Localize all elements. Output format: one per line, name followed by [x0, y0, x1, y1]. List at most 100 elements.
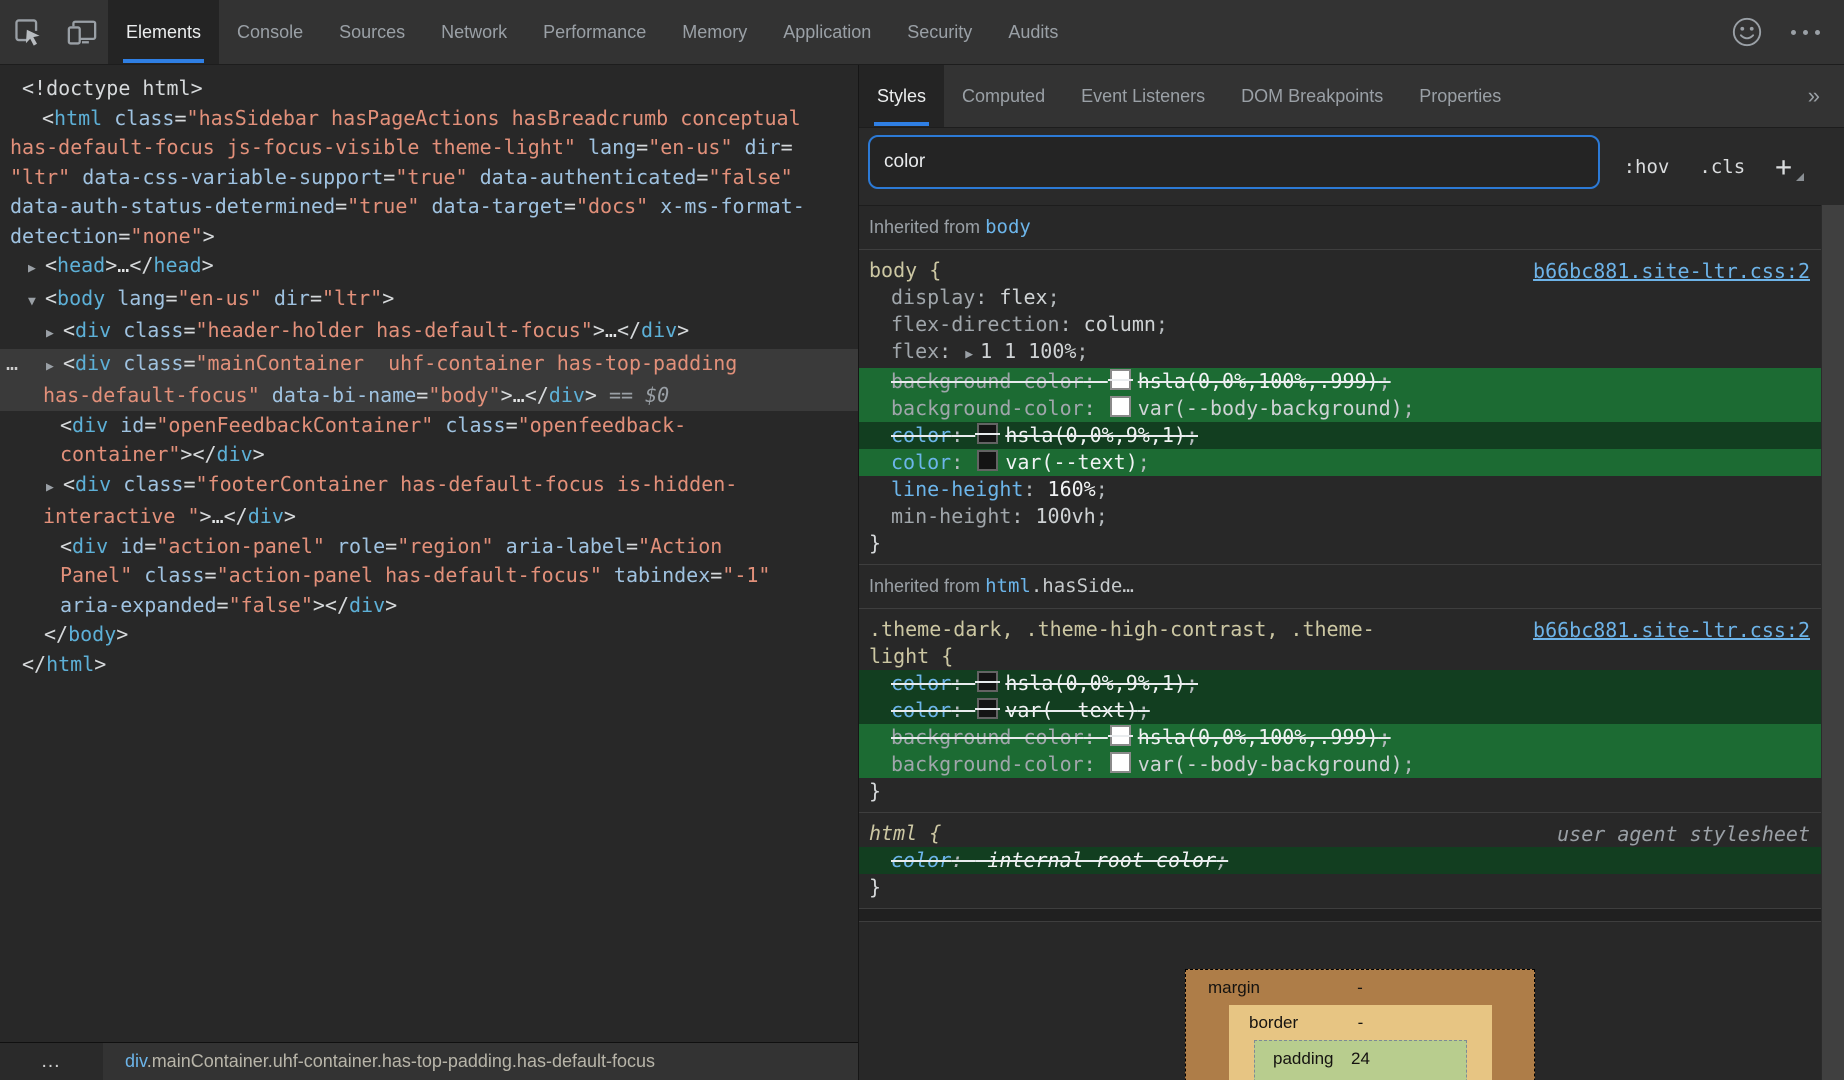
- expand-arrow-icon[interactable]: ▶: [46, 319, 63, 349]
- dom-tree-line[interactable]: container"></div>: [0, 440, 858, 470]
- expand-arrow-icon[interactable]: ▶: [46, 352, 63, 382]
- panel-tab-audits[interactable]: Audits: [990, 0, 1076, 64]
- dom-tree-line[interactable]: detection="none">: [0, 222, 858, 252]
- code-token: "region": [397, 534, 493, 558]
- code-token: [576, 135, 588, 159]
- dom-tree-line[interactable]: "ltr" data-css-variable-support="true" d…: [0, 163, 858, 193]
- color-swatch[interactable]: [1110, 725, 1131, 746]
- stylesheet-link[interactable]: b66bc881.site-ltr.css:2: [1533, 258, 1810, 285]
- styles-filter-input[interactable]: [868, 135, 1600, 189]
- border-top-value[interactable]: -: [1229, 1013, 1492, 1033]
- css-declaration-overridden[interactable]: color: hsla(0,0%,9%,1);: [859, 422, 1844, 449]
- rule-close-brace: }: [859, 530, 1844, 557]
- expand-arrow-icon[interactable]: ▶: [46, 473, 63, 503]
- panel-tab-elements[interactable]: Elements: [108, 0, 219, 64]
- dom-tree-line[interactable]: <div id="openFeedbackContainer" class="o…: [0, 411, 858, 441]
- element-link[interactable]: html: [985, 575, 1031, 597]
- device-toolbar-icon[interactable]: [66, 16, 98, 48]
- color-swatch[interactable]: [977, 671, 998, 692]
- css-declaration-overridden[interactable]: background-color: hsla(0,0%,100%,.999);: [859, 368, 1844, 395]
- dom-tree-line[interactable]: Panel" class="action-panel has-default-f…: [0, 561, 858, 591]
- sidebar-tab-styles[interactable]: Styles: [859, 65, 944, 127]
- sidebar-tab-dom-breakpoints[interactable]: DOM Breakpoints: [1223, 65, 1401, 127]
- dom-tree-line[interactable]: <html class="hasSidebar hasPageActions h…: [0, 104, 858, 134]
- padding-top-value[interactable]: 24: [1255, 1049, 1466, 1069]
- styles-scrollbar[interactable]: [1821, 205, 1844, 1080]
- panel-tab-network[interactable]: Network: [423, 0, 525, 64]
- feedback-smiley-icon[interactable]: [1731, 16, 1763, 48]
- new-style-rule-button[interactable]: +: [1775, 150, 1802, 183]
- breadcrumb-segment[interactable]: div: [125, 1051, 147, 1071]
- panel-tab-security[interactable]: Security: [889, 0, 990, 64]
- dom-tree-line[interactable]: ▶<head>…</head>: [0, 251, 858, 284]
- box-model-margin[interactable]: margin - border - padding 24: [1185, 969, 1535, 1080]
- css-declaration[interactable]: min-height: 100vh;: [859, 503, 1844, 530]
- dom-tree-line-selected[interactable]: has-default-focus" data-bi-name="body">……: [0, 381, 858, 411]
- dom-tree-line[interactable]: </html>: [0, 650, 858, 680]
- expand-arrow-icon[interactable]: ▶: [28, 254, 45, 284]
- css-declaration-overridden[interactable]: background-color: hsla(0,0%,100%,.999);: [859, 724, 1844, 751]
- color-swatch[interactable]: [977, 423, 998, 444]
- more-menu-icon[interactable]: [1791, 30, 1820, 35]
- code-token: ;: [1138, 450, 1150, 474]
- toggle-element-state-button[interactable]: :hov: [1624, 156, 1670, 178]
- panel-tab-sources[interactable]: Sources: [321, 0, 423, 64]
- code-token: light {: [869, 644, 953, 668]
- code-token: <: [63, 318, 75, 342]
- dom-tree-line[interactable]: interactive ">…</div>: [0, 502, 858, 532]
- dom-tree-line[interactable]: ▶<div class="header-holder has-default-f…: [0, 316, 858, 349]
- dom-tree-line[interactable]: ▶<div class="footerContainer has-default…: [0, 470, 858, 503]
- css-declaration-overridden[interactable]: color: var(--text);: [859, 697, 1844, 724]
- color-swatch[interactable]: [977, 450, 998, 471]
- panel-tab-memory[interactable]: Memory: [664, 0, 765, 64]
- css-declaration[interactable]: color: var(--text);: [859, 449, 1844, 476]
- dom-tree-line[interactable]: has-default-focus js-focus-visible theme…: [0, 133, 858, 163]
- sidebar-tab-computed[interactable]: Computed: [944, 65, 1063, 127]
- color-swatch[interactable]: [1110, 369, 1131, 390]
- dom-tree-line-selected[interactable]: …▶<div class="mainContainer uhf-containe…: [0, 349, 858, 382]
- breadcrumb-overflow-button[interactable]: …: [0, 1043, 103, 1080]
- sidebar-tabs-overflow-icon[interactable]: »: [1808, 65, 1844, 127]
- color-swatch[interactable]: [977, 698, 998, 719]
- panel-tab-console[interactable]: Console: [219, 0, 321, 64]
- css-declaration[interactable]: display: flex;: [859, 284, 1844, 311]
- dom-tree-line[interactable]: ▼<body lang="en-us" dir="ltr">: [0, 284, 858, 317]
- breadcrumb-segment[interactable]: .mainContainer.uhf-container.has-top-pad…: [147, 1051, 655, 1071]
- dom-tree-line[interactable]: data-auth-status-determined="true" data-…: [0, 192, 858, 222]
- panel-tab-performance[interactable]: Performance: [525, 0, 664, 64]
- breadcrumb[interactable]: div.mainContainer.uhf-container.has-top-…: [103, 1051, 655, 1072]
- inspect-element-icon[interactable]: [12, 16, 44, 48]
- gutter-more-icon[interactable]: …: [6, 349, 19, 379]
- css-declaration[interactable]: flex-direction: column;: [859, 311, 1844, 338]
- css-declaration[interactable]: flex: ▶1 1 100%;: [859, 338, 1844, 368]
- css-declaration[interactable]: background-color: var(--body-background)…: [859, 395, 1844, 422]
- dom-tree-line[interactable]: <div id="action-panel" role="region" ari…: [0, 532, 858, 562]
- color-swatch[interactable]: [1110, 396, 1131, 417]
- dom-tree-line[interactable]: </body>: [0, 620, 858, 650]
- css-declaration[interactable]: line-height: 160%;: [859, 476, 1844, 503]
- dom-tree-line[interactable]: <!doctype html>: [0, 74, 858, 104]
- sidebar-tab-properties[interactable]: Properties: [1401, 65, 1519, 127]
- box-model-padding[interactable]: padding 24: [1254, 1040, 1467, 1080]
- element-link[interactable]: body: [985, 216, 1031, 238]
- sidebar-tab-event-listeners[interactable]: Event Listeners: [1063, 65, 1223, 127]
- css-declaration[interactable]: background-color: var(--body-background)…: [859, 751, 1844, 778]
- margin-top-value[interactable]: -: [1186, 978, 1534, 998]
- code-token: color: [891, 698, 951, 722]
- css-declaration-overridden[interactable]: color: -internal-root-color;: [859, 847, 1844, 874]
- stylesheet-link[interactable]: b66bc881.site-ltr.css:2: [1533, 617, 1810, 644]
- css-declaration-overridden[interactable]: color: hsla(0,0%,9%,1);: [859, 670, 1844, 697]
- code-token: var(--body-background): [1138, 752, 1403, 776]
- code-token: :: [951, 671, 975, 695]
- element-classes-button[interactable]: .cls: [1699, 156, 1745, 178]
- code-token: [111, 351, 123, 375]
- color-swatch[interactable]: [1110, 752, 1131, 773]
- rule-selector[interactable]: light {: [859, 643, 1844, 670]
- expand-arrow-icon[interactable]: ▼: [28, 287, 45, 317]
- code-token: [262, 286, 274, 310]
- dom-tree-line[interactable]: aria-expanded="false"></div>: [0, 591, 858, 621]
- box-model-border[interactable]: border - padding 24: [1229, 1005, 1492, 1080]
- code-token: hsla(0,0%,9%,1): [1005, 671, 1186, 695]
- dom-tree[interactable]: <!doctype html><html class="hasSidebar h…: [0, 65, 858, 1042]
- panel-tab-application[interactable]: Application: [765, 0, 889, 64]
